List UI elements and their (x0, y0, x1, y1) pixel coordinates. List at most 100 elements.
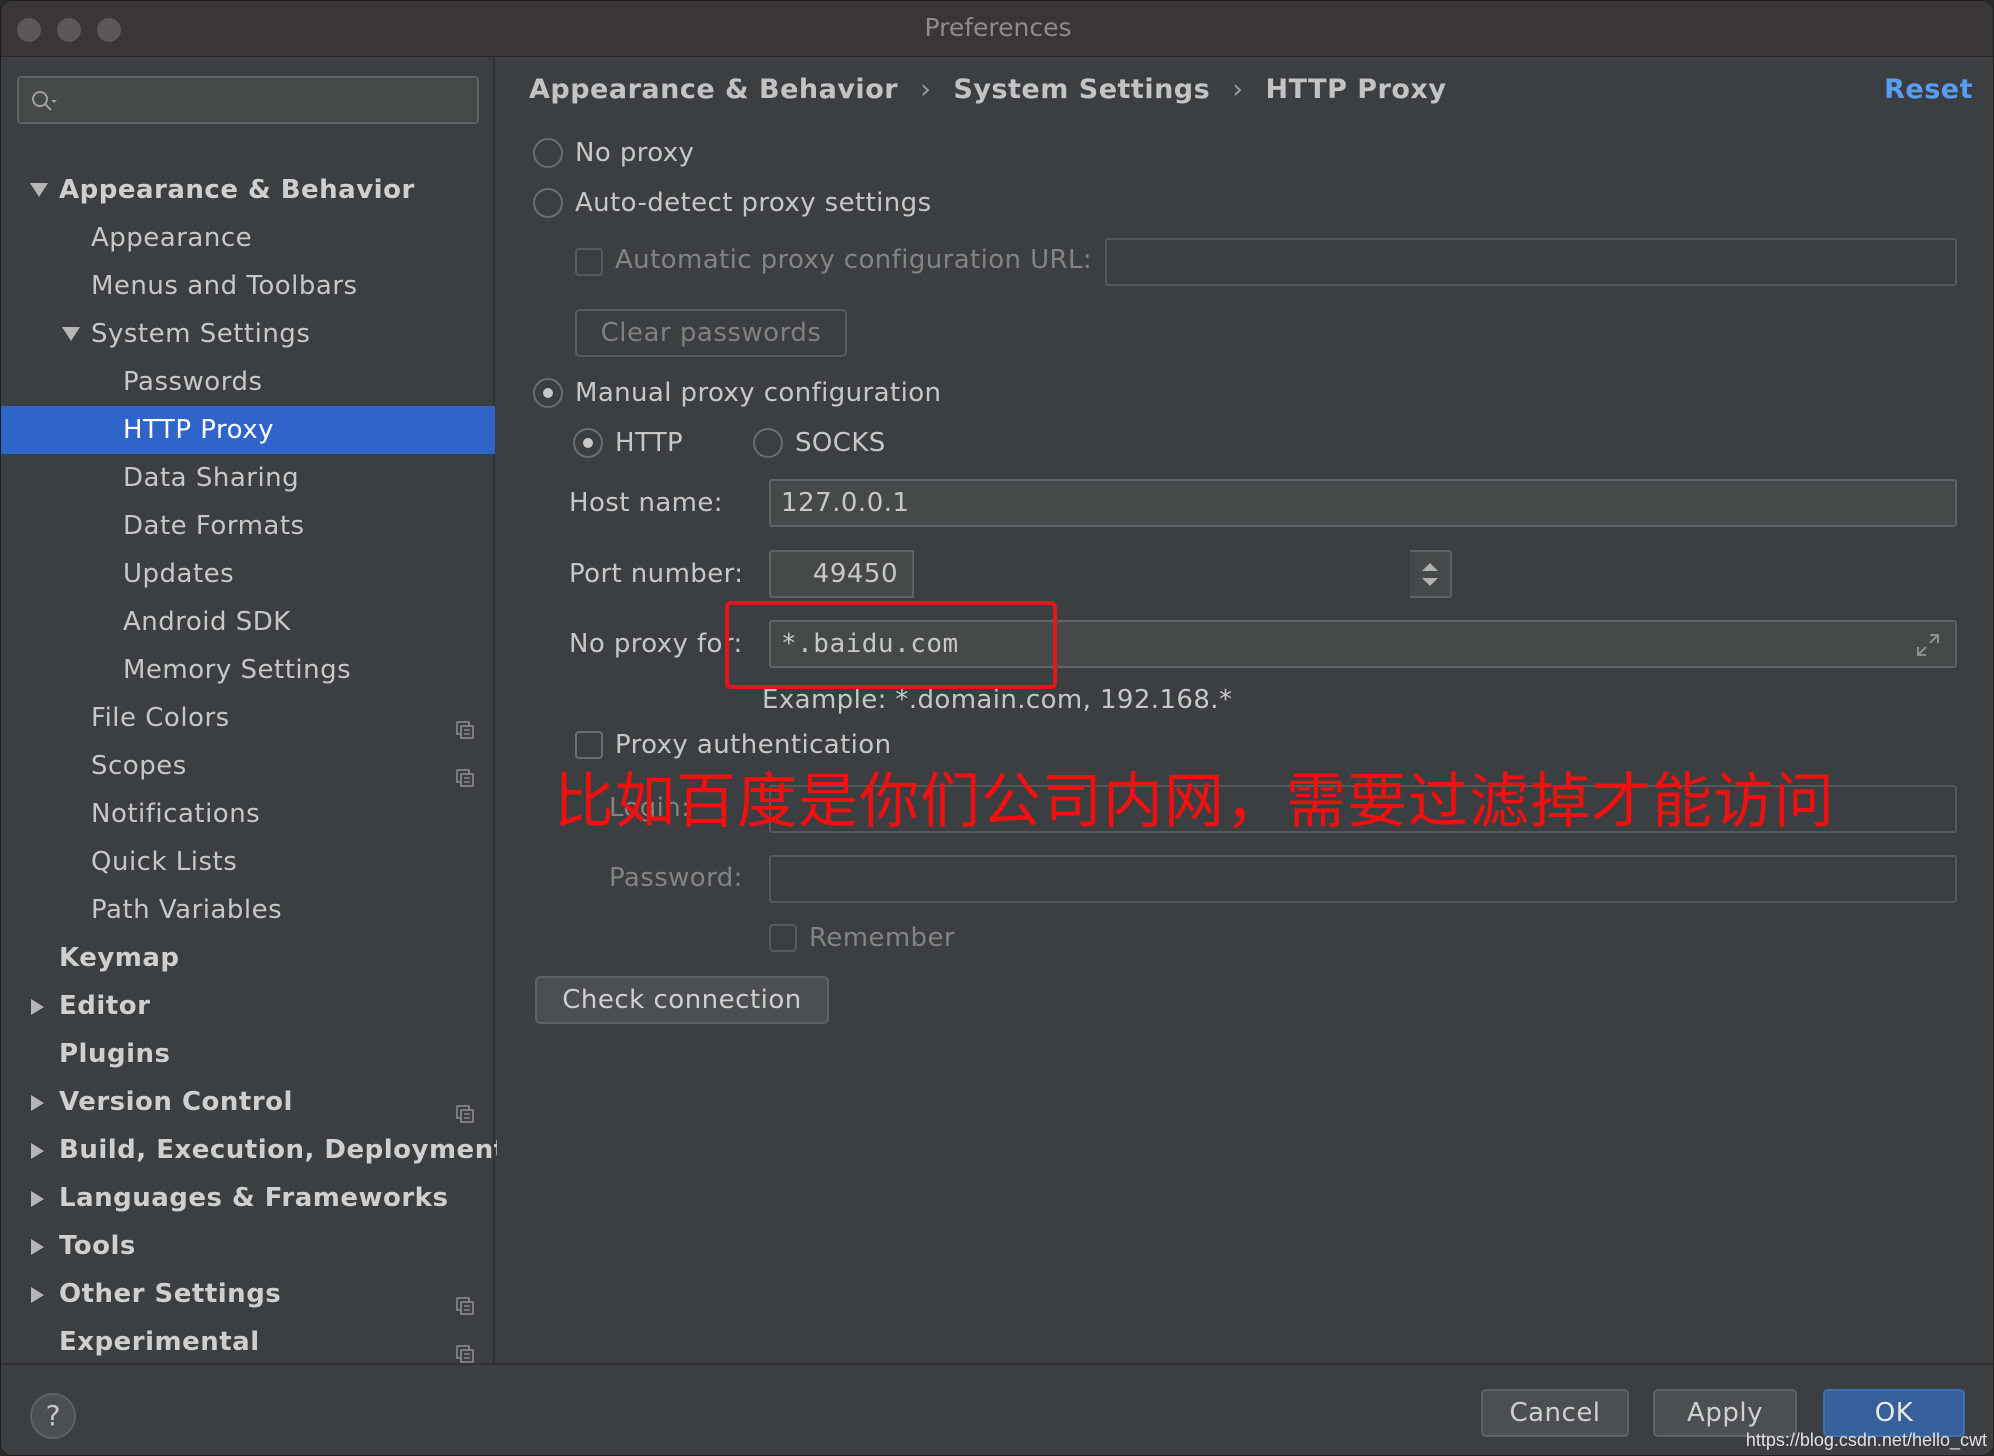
collapse-arrow-icon[interactable] (29, 1126, 49, 1174)
collapse-arrow-icon[interactable] (29, 1174, 49, 1222)
sidebar-item-label: Appearance (91, 223, 253, 253)
no-proxy-radio[interactable] (533, 138, 563, 168)
breadcrumb-item: System Settings (953, 74, 1211, 105)
search-icon (32, 91, 57, 111)
sidebar-item-label: Updates (123, 559, 235, 589)
sidebar-item-passwords[interactable]: Passwords (1, 358, 495, 406)
sidebar-item-label: Menus and Toolbars (91, 271, 358, 301)
project-settings-icon (455, 756, 475, 787)
sidebar-item-label: Date Formats (123, 511, 305, 541)
sidebar-item-memory-settings[interactable]: Memory Settings (1, 646, 495, 694)
sidebar-item-notifications[interactable]: Notifications (1, 790, 495, 838)
project-settings-icon (455, 1332, 475, 1363)
breadcrumb-item: Appearance & Behavior (529, 74, 899, 105)
sidebar-item-label: Memory Settings (123, 655, 352, 685)
sidebar-item-label: Passwords (123, 367, 263, 397)
sidebar-item-label: Version Control (59, 1087, 293, 1117)
auto-config-url-label: Automatic proxy configuration URL: (615, 245, 1093, 275)
clear-passwords-button[interactable]: Clear passwords (575, 309, 847, 357)
socks-label: SOCKS (795, 428, 886, 458)
password-label: Password: (609, 863, 743, 893)
sidebar-item-build-execution-deployment[interactable]: Build, Execution, Deployment (1, 1126, 506, 1174)
window-title: Preferences (924, 13, 1072, 42)
sidebar-item-label: Tools (59, 1231, 136, 1261)
sidebar-item-label: Editor (59, 991, 151, 1021)
host-name-input[interactable]: 127.0.0.1 (769, 479, 1957, 527)
expand-arrow-icon[interactable] (29, 166, 49, 214)
password-input[interactable] (769, 855, 1957, 903)
collapse-arrow-icon[interactable] (29, 1222, 49, 1270)
remember-checkbox[interactable] (769, 924, 797, 952)
sidebar-item-keymap[interactable]: Keymap (1, 934, 495, 982)
sidebar-item-android-sdk[interactable]: Android SDK (1, 598, 495, 646)
sidebar-item-label: File Colors (91, 703, 230, 733)
sidebar-item-file-colors[interactable]: File Colors (1, 694, 495, 742)
sidebar-item-editor[interactable]: Editor (1, 982, 495, 1030)
manual-proxy-label: Manual proxy configuration (575, 378, 942, 408)
expand-icon[interactable] (1915, 632, 1941, 658)
sidebar-item-system-settings[interactable]: System Settings (1, 310, 495, 358)
host-name-label: Host name: (569, 488, 723, 518)
no-proxy-label: No proxy (575, 138, 695, 168)
cancel-button[interactable]: Cancel (1481, 1389, 1629, 1437)
sidebar-item-label: Scopes (91, 751, 187, 781)
no-proxy-for-label: No proxy for: (569, 629, 743, 659)
sidebar-item-label: Quick Lists (91, 847, 238, 877)
sidebar-item-label: Keymap (59, 943, 180, 973)
collapse-arrow-icon[interactable] (29, 1078, 49, 1126)
annotation-highlight-box (725, 601, 1057, 689)
sidebar-item-appearance[interactable]: Appearance (1, 214, 495, 262)
sidebar-item-date-formats[interactable]: Date Formats (1, 502, 495, 550)
sidebar-item-label: System Settings (91, 319, 311, 349)
auto-detect-radio[interactable] (533, 188, 563, 218)
breadcrumb-separator: › (1232, 74, 1244, 105)
sidebar-item-label: Build, Execution, Deployment (59, 1135, 507, 1165)
breadcrumb-separator: › (920, 74, 932, 105)
sidebar-item-languages-frameworks[interactable]: Languages & Frameworks (1, 1174, 495, 1222)
auto-config-url-checkbox[interactable] (575, 248, 603, 276)
check-connection-button[interactable]: Check connection (535, 976, 829, 1024)
collapse-arrow-icon[interactable] (29, 1270, 49, 1318)
sidebar-item-http-proxy[interactable]: HTTP Proxy (1, 406, 495, 454)
sidebar-item-label: Plugins (59, 1039, 171, 1069)
help-button[interactable]: ? (30, 1393, 76, 1439)
settings-content: Appearance & Behavior › System Settings › HT… (497, 58, 1993, 1363)
port-stepper[interactable] (1410, 550, 1452, 598)
breadcrumb: Appearance & Behavior › System Settings › HT… (529, 70, 1446, 110)
project-settings-icon (455, 1284, 475, 1315)
reset-link[interactable]: Reset (1884, 70, 1973, 110)
sidebar-item-experimental[interactable]: Experimental (1, 1318, 495, 1366)
port-number-input[interactable]: 49450 (769, 550, 914, 598)
sidebar-item-tools[interactable]: Tools (1, 1222, 495, 1270)
sidebar-item-menus-and-toolbars[interactable]: Menus and Toolbars (1, 262, 495, 310)
manual-proxy-radio[interactable] (533, 378, 563, 408)
sidebar-item-appearance-behavior[interactable]: Appearance & Behavior (1, 166, 495, 214)
sidebar-item-label: Data Sharing (123, 463, 300, 493)
collapse-arrow-icon[interactable] (29, 982, 49, 1030)
http-radio[interactable] (573, 428, 603, 458)
sidebar-item-other-settings[interactable]: Other Settings (1, 1270, 495, 1318)
title-bar: Preferences (1, 1, 1993, 57)
sidebar-item-plugins[interactable]: Plugins (1, 1030, 495, 1078)
breadcrumb-item: HTTP Proxy (1265, 74, 1447, 105)
search-input[interactable] (17, 76, 479, 124)
socks-radio[interactable] (753, 428, 783, 458)
sidebar-item-label: Path Variables (91, 895, 283, 925)
sidebar-item-data-sharing[interactable]: Data Sharing (1, 454, 495, 502)
sidebar-item-label: Experimental (59, 1327, 260, 1357)
sidebar-item-label: Android SDK (123, 607, 291, 637)
sidebar-item-updates[interactable]: Updates (1, 550, 495, 598)
auto-config-url-input[interactable] (1105, 238, 1957, 286)
stepper-arrows-icon (1422, 563, 1438, 586)
sidebar-item-quick-lists[interactable]: Quick Lists (1, 838, 495, 886)
project-settings-icon (455, 708, 475, 739)
sidebar-item-scopes[interactable]: Scopes (1, 742, 495, 790)
sidebar-item-label: Notifications (91, 799, 261, 829)
sidebar-item-path-variables[interactable]: Path Variables (1, 886, 495, 934)
sidebar-item-version-control[interactable]: Version Control (1, 1078, 495, 1126)
dialog-footer: ? Cancel Apply OK https://blog.csdn.net/… (1, 1363, 1993, 1455)
port-number-label: Port number: (569, 559, 744, 589)
project-settings-icon (455, 1092, 475, 1123)
expand-arrow-icon[interactable] (61, 310, 81, 358)
sidebar-item-label: Appearance & Behavior (59, 175, 415, 205)
